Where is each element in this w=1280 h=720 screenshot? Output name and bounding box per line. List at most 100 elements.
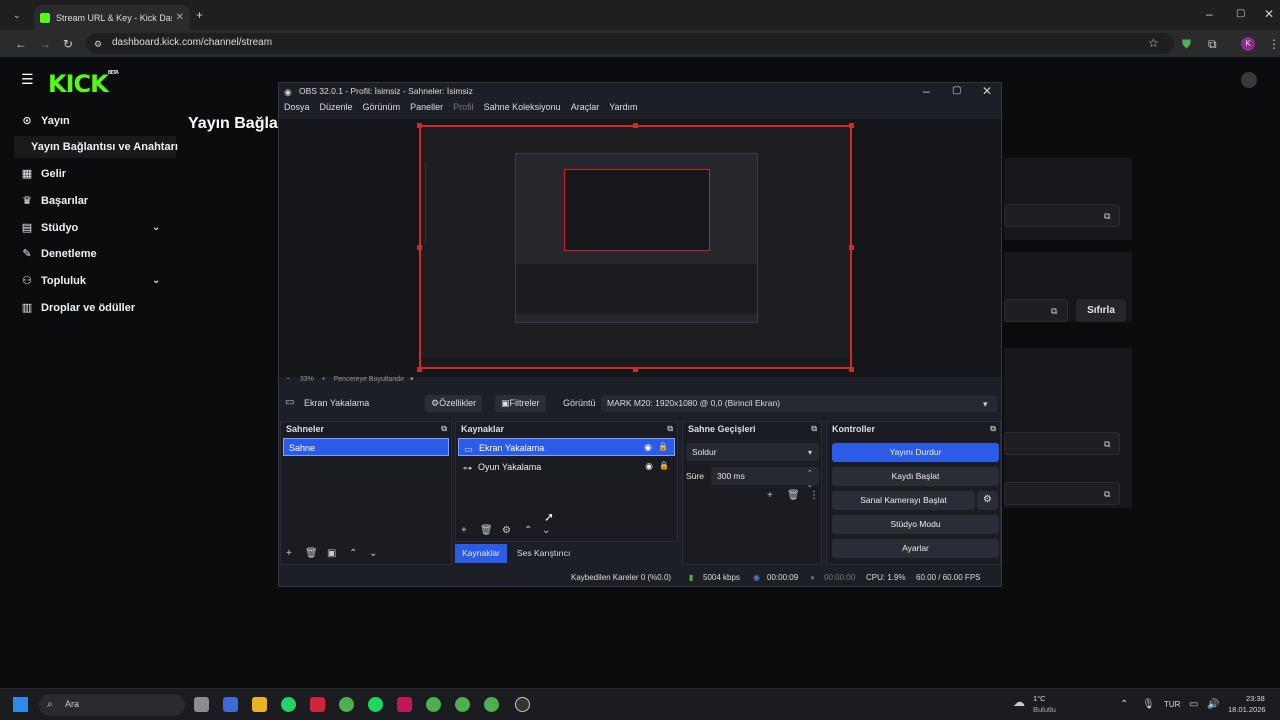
studio-mode-button[interactable]: Stüdyo Modu [832, 515, 999, 534]
popout-icon[interactable]: ⧉ [811, 424, 817, 434]
kick-logo[interactable]: KICKBETA [48, 70, 119, 98]
preview-canvas[interactable] [419, 125, 852, 369]
stop-streaming-button[interactable]: Yayını Durdur [832, 443, 999, 462]
chevron-down-icon[interactable]: ⌄ [542, 525, 550, 536]
resize-handle[interactable] [849, 123, 854, 128]
eye-icon[interactable]: ◉ [644, 442, 652, 453]
menu-dosya[interactable]: Dosya [284, 102, 310, 118]
popout-icon[interactable]: ⧉ [990, 424, 996, 434]
extensions-icon[interactable]: ⧉ [1208, 38, 1217, 50]
add-icon[interactable]: + [767, 490, 773, 501]
virtual-camera-settings-button[interactable]: ⚙ [977, 491, 998, 510]
minimize-icon[interactable]: – [1206, 8, 1213, 20]
menu-sahne-koleksiyonu[interactable]: Sahne Koleksiyonu [484, 102, 561, 118]
close-window-icon[interactable]: ✕ [982, 85, 992, 97]
settings-button[interactable]: Ayarlar [832, 539, 999, 558]
new-tab-icon[interactable]: + [196, 9, 203, 21]
task-view-icon[interactable] [194, 697, 209, 712]
backup-url-field[interactable]: ⧉ [1004, 432, 1120, 455]
properties-button[interactable]: ⚙Özellikler [425, 395, 483, 412]
menu-duzenle[interactable]: Düzenle [320, 102, 353, 118]
clock-date[interactable]: 18.01.2026 [1228, 705, 1266, 714]
chrome-profile-2-icon[interactable] [455, 697, 470, 712]
resize-handle[interactable] [633, 367, 638, 372]
whatsapp-icon[interactable] [281, 697, 296, 712]
copy-icon[interactable]: ⧉ [1104, 210, 1110, 222]
language-indicator[interactable]: TUR [1164, 700, 1180, 709]
microphone-icon[interactable]: 🎙 [1142, 699, 1155, 711]
stepper-arrows-icon[interactable]: ⌃ ⌄ [807, 468, 813, 492]
zoom-out-icon[interactable]: − [286, 376, 290, 383]
trash-icon[interactable]: 🗑 [305, 548, 318, 559]
file-explorer-icon[interactable] [252, 697, 267, 712]
zoom-in-icon[interactable]: + [322, 376, 326, 383]
forward-icon[interactable]: → [39, 38, 51, 50]
hamburger-icon[interactable]: ☰ [21, 72, 34, 86]
back-icon[interactable]: ← [15, 38, 27, 50]
resize-handle[interactable] [849, 367, 854, 372]
fit-to-window[interactable]: Pencereye Boyutlandır [334, 376, 405, 383]
duration-stepper[interactable]: 300 ms ⌃ ⌄ [711, 467, 819, 489]
stream-key-field[interactable]: ⧉ [1004, 299, 1068, 322]
spotify-icon[interactable] [368, 697, 383, 712]
tab-sources[interactable]: Kaynaklar [455, 544, 507, 563]
add-icon[interactable]: + [286, 548, 292, 559]
trash-icon[interactable]: 🗑 [787, 490, 800, 501]
transition-select[interactable]: Soldur ▾ [686, 443, 819, 461]
nav-item-topluluk[interactable]: ⚇ Topluluk ⌄ [20, 274, 170, 288]
copy-icon[interactable]: ⧉ [1104, 438, 1110, 450]
taskbar-search[interactable]: ⌕ Ara [39, 694, 185, 716]
site-info-icon[interactable]: ⚙ [94, 38, 102, 50]
lock-icon[interactable]: 🔒 [659, 461, 669, 470]
add-icon[interactable]: + [461, 525, 467, 536]
tab-audio-mixer[interactable]: Ses Karıştırıcı [517, 548, 570, 558]
chevron-down-icon[interactable]: ⌄ [369, 548, 377, 559]
url-field[interactable]: ⚙ dashboard.kick.com/channel/stream ☆ [86, 33, 1174, 54]
scene-item[interactable]: Sahne [283, 438, 449, 456]
chevron-down-icon[interactable]: ⌄ [152, 222, 160, 233]
copy-icon[interactable]: ⧉ [1104, 488, 1110, 500]
store-icon[interactable] [223, 697, 238, 712]
app-pink-icon[interactable] [397, 697, 412, 712]
filters-button[interactable]: ▣Filtreler [495, 395, 546, 412]
nav-item-basarilar[interactable]: ♛ Başarılar [20, 194, 88, 208]
browser-tab[interactable]: Stream URL & Key - Kick Dashb ✕ [34, 5, 190, 30]
menu-dots-icon[interactable]: ⋮ [809, 490, 819, 501]
chevron-down-icon[interactable]: ▾ [410, 376, 414, 383]
resize-handle[interactable] [417, 123, 422, 128]
chrome-profile-icon[interactable] [426, 697, 441, 712]
backup-key-field[interactable]: ⧉ [1004, 482, 1120, 505]
obs-taskbar-icon[interactable] [515, 697, 530, 712]
stream-url-field[interactable]: ⧉ [1004, 204, 1120, 227]
profile-avatar[interactable]: K [1241, 37, 1255, 51]
menu-paneller[interactable]: Paneller [410, 102, 443, 118]
chevron-up-icon[interactable]: ⌃ [349, 548, 357, 559]
resize-handle[interactable] [849, 245, 854, 250]
nav-item-yayin[interactable]: ⊙ Yayın [20, 114, 69, 128]
resize-handle[interactable] [417, 245, 422, 250]
eye-icon[interactable]: ◉ [645, 461, 653, 472]
volume-icon[interactable]: 🔊 [1207, 699, 1219, 711]
app-red-icon[interactable] [310, 697, 325, 712]
menu-dots-icon[interactable]: ⋮ [1268, 38, 1280, 50]
menu-araclar[interactable]: Araçlar [571, 102, 600, 118]
popout-icon[interactable]: ⧉ [667, 424, 673, 434]
menu-yardim[interactable]: Yardım [609, 102, 637, 118]
source-item-screen[interactable]: ▭ Ekran Yakalama ◉ 🔒 [458, 438, 675, 456]
tab-list-icon[interactable]: ⌄ [13, 9, 21, 21]
nav-item-droplar[interactable]: ▥ Droplar ve ödüller [20, 301, 135, 315]
network-icon[interactable]: ▭ [1189, 699, 1198, 711]
source-item-game[interactable]: ⊶ Oyun Yakalama ◉ 🔒 [458, 458, 675, 476]
reset-button[interactable]: Sıfırla [1076, 299, 1126, 322]
nav-item-studyo[interactable]: ▤ Stüdyo ⌄ [20, 221, 170, 235]
maximize-icon[interactable]: ▢ [952, 85, 961, 97]
menu-profil[interactable]: Profil [453, 102, 474, 118]
chrome-icon[interactable] [339, 697, 354, 712]
minimize-icon[interactable]: – [923, 85, 930, 97]
close-tab-icon[interactable]: ✕ [176, 12, 184, 23]
nav-item-stream-key[interactable]: Yayın Bağlantısı ve Anahtarı [31, 141, 178, 153]
nav-item-gelir[interactable]: ▦ Gelir [20, 167, 66, 181]
copy-icon[interactable]: ⧉ [1051, 305, 1057, 317]
user-avatar[interactable] [1241, 72, 1257, 88]
chevron-up-icon[interactable]: ⌃ [524, 525, 532, 536]
